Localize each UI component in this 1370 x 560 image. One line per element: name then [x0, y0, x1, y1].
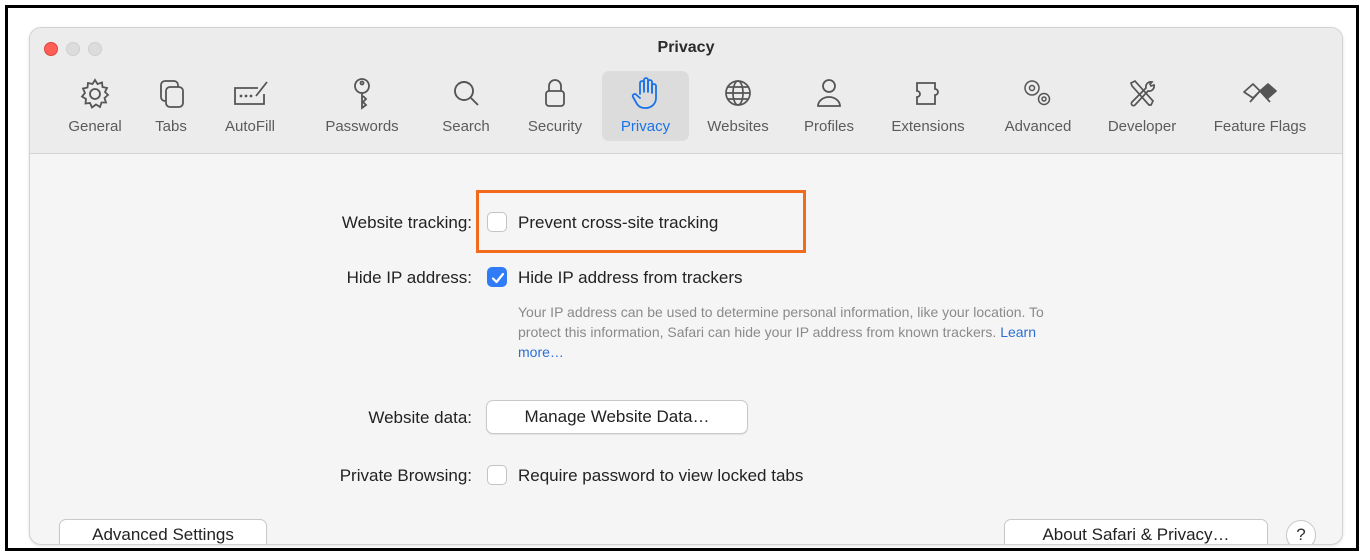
tab-autofill[interactable]: AutoFill: [210, 71, 290, 141]
tab-security-label: Security: [527, 118, 583, 135]
prevent-cross-site-tracking-label[interactable]: Prevent cross-site tracking: [518, 213, 718, 233]
puzzle-icon: [916, 82, 939, 105]
gear-icon: [80, 78, 110, 109]
checkmark-icon: [491, 272, 505, 284]
tab-autofill-label: AutoFill: [224, 118, 276, 135]
tabs-icon: [160, 80, 184, 108]
key-icon: [354, 78, 370, 110]
tab-feature-flags-label: Feature Flags: [1213, 118, 1307, 135]
tab-extensions[interactable]: Extensions: [878, 71, 978, 141]
advanced-settings-button[interactable]: Advanced Settings: [59, 519, 267, 544]
hide-ip-address-checkbox[interactable]: [487, 267, 507, 287]
tab-profiles-label: Profiles: [803, 118, 855, 135]
tab-websites-label: Websites: [707, 118, 769, 135]
tab-passwords[interactable]: Passwords: [312, 71, 412, 141]
private-browsing-label: Private Browsing:: [339, 466, 472, 485]
tab-profiles[interactable]: Profiles: [794, 71, 864, 141]
tab-developer-label: Developer: [1107, 118, 1177, 135]
lock-icon: [545, 79, 565, 107]
hide-ip-address-label: Hide IP address:: [346, 268, 472, 287]
tab-developer[interactable]: Developer: [1094, 71, 1190, 141]
tab-general[interactable]: General: [62, 71, 128, 141]
person-icon: [817, 79, 841, 107]
tab-extensions-label: Extensions: [891, 118, 965, 135]
website-data-label: Website data:: [368, 408, 472, 427]
tab-passwords-label: Passwords: [325, 118, 399, 135]
manage-website-data-button[interactable]: Manage Website Data…: [486, 400, 748, 434]
preferences-window: Privacy General Tabs AutoFill Passwords …: [29, 27, 1343, 545]
search-icon: [454, 81, 479, 106]
tab-feature-flags[interactable]: Feature Flags: [1196, 71, 1324, 141]
prevent-cross-site-tracking-checkbox[interactable]: [487, 212, 507, 232]
require-password-locked-tabs-label[interactable]: Require password to view locked tabs: [518, 466, 803, 486]
tab-general-label: General: [68, 118, 122, 135]
tab-advanced-label: Advanced: [1004, 118, 1072, 135]
tab-search[interactable]: Search: [430, 71, 502, 141]
tab-privacy-label: Privacy: [620, 118, 671, 135]
hand-icon: [631, 77, 657, 109]
website-tracking-label: Website tracking:: [341, 213, 472, 232]
wrench-screwdriver-icon: [1129, 79, 1155, 107]
autofill-icon: [234, 81, 268, 105]
hide-ip-help-text: Your IP address can be used to determine…: [518, 302, 1078, 362]
privacy-pane: Website tracking: Prevent cross-site tra…: [30, 154, 1342, 544]
tab-search-label: Search: [442, 118, 490, 135]
tab-tabs-label: Tabs: [155, 118, 187, 135]
toolbar: Privacy General Tabs AutoFill Passwords …: [30, 28, 1342, 154]
tab-tabs[interactable]: Tabs: [146, 71, 196, 141]
tab-websites[interactable]: Websites: [698, 71, 778, 141]
hide-ip-address-option-label[interactable]: Hide IP address from trackers: [518, 268, 743, 288]
flags-icon: [1243, 83, 1277, 103]
hide-ip-help-body: Your IP address can be used to determine…: [518, 304, 1044, 340]
help-button[interactable]: ?: [1286, 520, 1316, 544]
require-password-locked-tabs-checkbox[interactable]: [487, 465, 507, 485]
about-safari-privacy-button[interactable]: About Safari & Privacy…: [1004, 519, 1268, 544]
tab-advanced[interactable]: Advanced: [990, 71, 1086, 141]
tab-security[interactable]: Security: [514, 71, 596, 141]
tab-privacy[interactable]: Privacy: [602, 71, 689, 141]
window-title: Privacy: [657, 39, 715, 56]
globe-icon: [725, 80, 751, 106]
gears-icon: [1024, 80, 1051, 106]
